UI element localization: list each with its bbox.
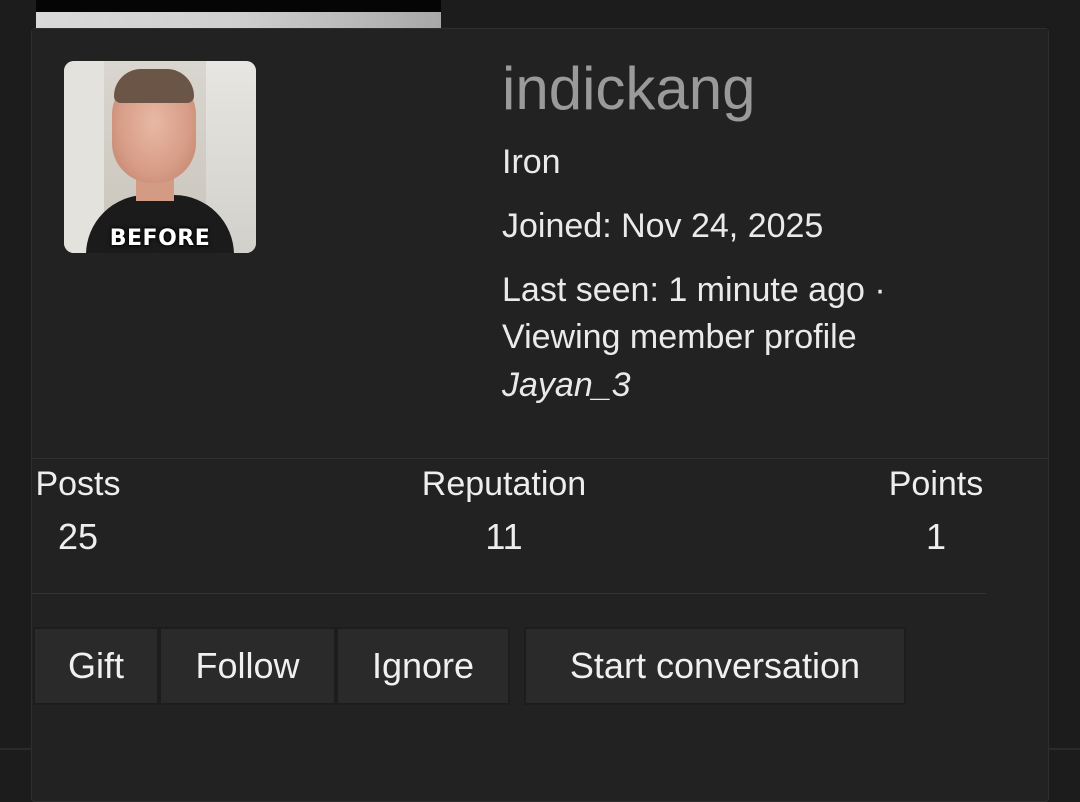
member-activity-target[interactable]: Jayan_3 [502, 365, 1022, 405]
page: BEFORE indickang Iron Joined: Nov 24, 20… [0, 0, 1080, 802]
avatar-caption: BEFORE [109, 226, 211, 251]
stat-points-label: Points [888, 465, 984, 503]
stat-reputation-value: 11 [485, 516, 523, 557]
stat-reputation-label: Reputation [421, 465, 587, 503]
member-joined: Joined: Nov 24, 2025 [502, 207, 824, 245]
member-username[interactable]: indickang [502, 53, 1022, 125]
background-image-strip [36, 12, 441, 28]
gift-button[interactable]: Gift [33, 627, 159, 705]
member-activity: Viewing member profile [502, 318, 857, 356]
stat-posts-value: 25 [57, 516, 99, 557]
avatar-hair [114, 69, 194, 103]
stat-reputation[interactable]: Reputation 11 [416, 462, 592, 568]
member-stats: Posts 25 Reputation 11 Points 1 [32, 462, 986, 594]
background-page-edge [36, 0, 441, 28]
stat-posts[interactable]: Posts 25 [32, 462, 124, 568]
stat-points-value: 1 [925, 516, 947, 557]
stat-posts-label: Posts [35, 465, 121, 503]
member-info: indickang Iron Joined: Nov 24, 2025 Last… [502, 53, 1022, 405]
start-conversation-button[interactable]: Start conversation [524, 627, 906, 705]
stat-points[interactable]: Points 1 [884, 462, 988, 568]
member-last-seen: Last seen: 1 minute ago · [502, 271, 886, 309]
member-rank: Iron [502, 143, 561, 181]
member-card-header: BEFORE indickang Iron Joined: Nov 24, 20… [32, 29, 1048, 459]
follow-button[interactable]: Follow [159, 627, 336, 705]
member-actions: Gift Follow Ignore Start conversation [33, 627, 906, 705]
ignore-button[interactable]: Ignore [336, 627, 510, 705]
avatar[interactable]: BEFORE [64, 61, 256, 253]
